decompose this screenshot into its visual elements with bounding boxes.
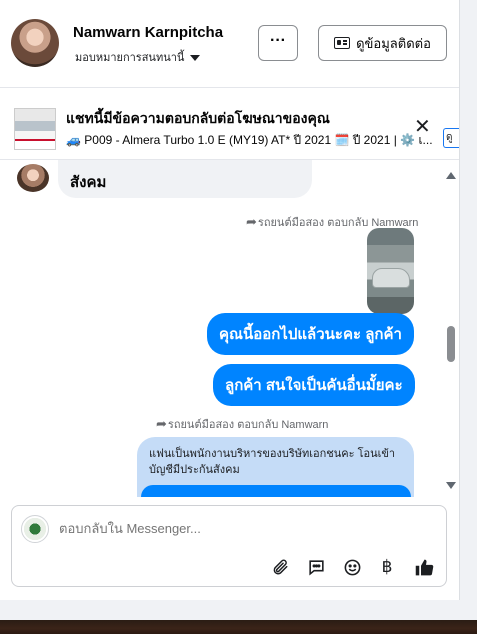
reply-input[interactable] — [59, 521, 419, 536]
view-contact-info-label: ดูข้อมูลติดต่อ — [356, 35, 431, 51]
ad-thumbnail[interactable] — [14, 108, 56, 150]
scroll-down-arrow-icon[interactable] — [446, 482, 456, 489]
bottom-margin — [0, 600, 477, 620]
caret-down-icon — [190, 55, 201, 62]
car-photo-detail — [372, 268, 410, 288]
incoming-message-bubble: สังคม — [58, 160, 312, 198]
ad-reply-banner: แชทนี้มีข้อความตอบกลับต่อโฆษณาของคุณ 🚙 P… — [0, 98, 459, 160]
reply-composer: ฿ — [11, 505, 447, 587]
emoji-icon[interactable] — [341, 556, 363, 578]
assign-conversation-label: มอบหมายการสนทนานี้ — [75, 52, 185, 64]
scroll-up-arrow-icon[interactable] — [446, 172, 456, 179]
sender-avatar — [17, 164, 49, 192]
id-card-icon — [334, 37, 351, 49]
chat-bubble-icon[interactable] — [305, 556, 327, 578]
contact-name[interactable]: Namwarn Karnpitcha — [73, 24, 223, 41]
messenger-inbox-panel: Namwarn Karnpitcha มอบหมายการสนทนานี้ ··… — [0, 0, 477, 634]
outgoing-message-bubble: ลูกค้า สนใจเป็นคันอื่นมั้ยคะ — [213, 364, 415, 406]
assign-conversation-dropdown[interactable]: มอบหมายการสนทนานี้ — [75, 48, 201, 66]
scrollbar-thumb[interactable] — [447, 326, 455, 362]
quoted-message-bubble: แฟนเป็นพนักงานบริหารของบริษัทเอกชนคะ โอน… — [137, 437, 414, 497]
close-icon[interactable]: ✕ — [414, 117, 431, 137]
page-avatar — [21, 515, 49, 543]
reply-arrow-icon: ➦ — [246, 214, 257, 229]
contact-avatar[interactable] — [11, 19, 59, 67]
ad-banner-title: แชทนี้มีข้อความตอบกลับต่อโฆษณาของคุณ — [66, 110, 330, 126]
view-contact-info-button[interactable]: ดูข้อมูลติดต่อ — [318, 25, 447, 61]
ad-banner-subtitle: 🚙 P009 - Almera Turbo 1.0 E (MY19) AT* ป… — [66, 133, 433, 147]
quoted-message-text: แฟนเป็นพนักงานบริหารของบริษัทเอกชนคะ โอน… — [149, 448, 396, 476]
taskbar-edge — [0, 620, 477, 634]
conversation-header: Namwarn Karnpitcha มอบหมายการสนทนานี้ ··… — [0, 0, 459, 88]
reply-arrow-icon: ➦ — [156, 416, 167, 431]
baht-icon[interactable]: ฿ — [376, 556, 398, 578]
paperclip-icon[interactable] — [269, 556, 291, 578]
outgoing-message-bubble-partial — [141, 485, 411, 497]
reply-indicator-label: รถยนต์มือสอง ตอบกลับ Namwarn — [167, 419, 329, 431]
outgoing-message-bubble: คุณนี้ออกไปแล้วนะคะ ลูกค้า — [207, 313, 414, 355]
right-panel-edge — [459, 0, 477, 600]
thumbs-up-icon[interactable] — [413, 556, 435, 578]
reply-indicator: ➦รถยนต์มือสอง ตอบกลับ Namwarn — [156, 415, 328, 433]
more-options-button[interactable]: ··· — [258, 25, 298, 61]
view-ad-badge[interactable]: ดู — [443, 128, 459, 148]
